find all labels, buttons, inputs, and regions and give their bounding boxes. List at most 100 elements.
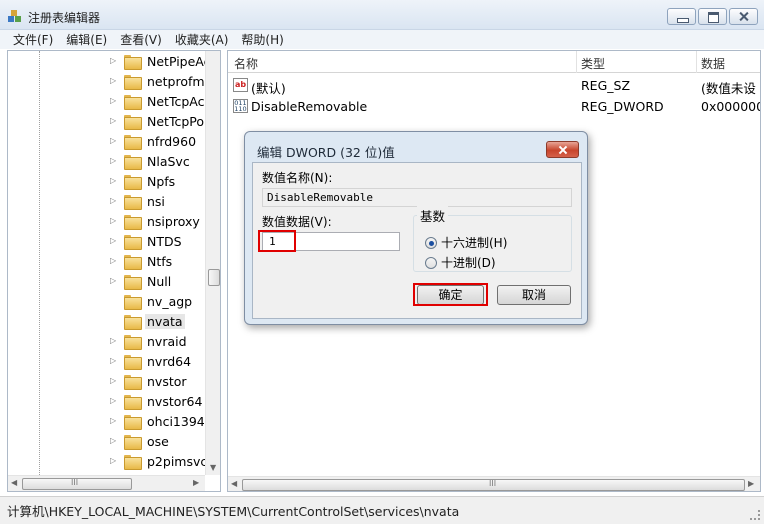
expand-arrow-icon[interactable]: ▷ <box>110 196 120 206</box>
expand-arrow-icon[interactable]: ▷ <box>110 236 120 246</box>
tree-node-label: ose <box>147 433 169 449</box>
list-horizontal-scroll-thumb[interactable] <box>242 479 745 491</box>
base-label: 基数 <box>417 206 449 225</box>
folder-icon <box>124 414 142 430</box>
tree-node[interactable]: ▷ Null <box>110 271 173 291</box>
value-type: REG_SZ <box>581 78 631 93</box>
tree-node-label: NlaSvc <box>147 153 190 169</box>
tree-node-label: netprofm <box>147 73 205 89</box>
scroll-right-arrow-icon[interactable]: ▶ <box>748 479 754 488</box>
radio-decimal[interactable]: 十进制(D) <box>425 254 496 271</box>
list-horizontal-scrollbar[interactable]: ◀ ▶ <box>228 476 760 491</box>
expand-arrow-icon[interactable]: ▷ <box>110 436 120 446</box>
tree-vertical-scrollbar[interactable]: ▼ <box>205 51 220 475</box>
expand-arrow-icon[interactable]: ▷ <box>110 276 120 286</box>
folder-icon <box>124 334 142 350</box>
folder-icon <box>124 174 142 190</box>
regedit-icon <box>8 10 21 22</box>
tree-node-label: nvstor64 <box>147 393 203 409</box>
expand-arrow-icon[interactable]: ▷ <box>110 216 120 226</box>
expand-arrow-icon[interactable]: ▷ <box>110 156 120 166</box>
tree-node-label: nvata <box>145 313 185 329</box>
list-row[interactable]: 011 110 DisableRemovable REG_DWORD 0x0000… <box>228 96 760 117</box>
tree-node-label: nsiproxy <box>147 213 200 229</box>
tree-node[interactable]: ▷ netprofm <box>110 71 207 91</box>
maximize-button[interactable] <box>698 8 727 25</box>
close-button[interactable] <box>729 8 758 25</box>
folder-icon <box>124 394 142 410</box>
scroll-down-arrow-icon[interactable]: ▼ <box>210 463 216 472</box>
tree-horizontal-scrollbar[interactable]: ◀ ▶ <box>8 475 205 491</box>
tree-node[interactable]: ▷ nvrd64 <box>110 351 193 371</box>
tree-node[interactable]: ▷ nsi <box>110 191 167 211</box>
column-data-header[interactable]: 数据 <box>701 55 725 72</box>
expand-arrow-icon[interactable]: ▷ <box>110 416 120 426</box>
value-data-label: 数值数据(V): <box>262 215 332 229</box>
list-row[interactable]: ab (默认) REG_SZ (数值未设 <box>228 75 760 96</box>
tree-node-label: NetPipeAc <box>147 53 211 69</box>
dialog-close-button[interactable] <box>546 141 579 158</box>
tree-guide-line <box>39 51 40 481</box>
tree-node[interactable]: ▷ p2pimsvc <box>110 451 209 471</box>
expand-arrow-icon[interactable]: ▷ <box>110 56 120 66</box>
expand-arrow-icon[interactable]: ▷ <box>110 356 120 366</box>
tree-node[interactable]: ▷ nvstor <box>110 371 189 391</box>
expand-arrow-icon[interactable]: ▷ <box>110 136 120 146</box>
tree-node[interactable]: ▷ NetPipeAc <box>110 51 213 71</box>
tree-node[interactable]: ▷ NlaSvc <box>110 151 192 171</box>
tree-node[interactable]: ▷ nsiproxy <box>110 211 202 231</box>
expand-arrow-icon[interactable]: ▷ <box>110 396 120 406</box>
expand-arrow-icon[interactable]: ▷ <box>110 456 120 466</box>
expand-arrow-icon[interactable]: ▷ <box>110 256 120 266</box>
tree-node[interactable]: ▷ NetTcpAc <box>110 91 206 111</box>
tree-vertical-scroll-thumb[interactable] <box>208 269 220 286</box>
column-name-header[interactable]: 名称 <box>234 55 258 72</box>
folder-icon <box>124 294 142 310</box>
resize-grip-icon[interactable] <box>750 510 760 520</box>
expand-arrow-icon[interactable]: ▷ <box>110 76 120 86</box>
expand-arrow-icon[interactable]: ▷ <box>110 336 120 346</box>
expand-arrow-icon[interactable]: ▷ <box>110 376 120 386</box>
menu-edit[interactable]: 编辑(E) <box>66 31 107 48</box>
tree-node-label: nfrd960 <box>147 133 197 149</box>
value-data: (数值未设 <box>701 81 756 96</box>
tree-node[interactable]: ▷ nvstor64 <box>110 391 204 411</box>
radio-hex[interactable]: 十六进制(H) <box>425 234 507 251</box>
tree-node-label: ohci1394 <box>147 413 205 429</box>
dialog-title: 编辑 DWORD (32 位)值 <box>257 145 395 160</box>
folder-icon <box>124 94 142 110</box>
tree-node[interactable]: nv_agp <box>110 291 194 311</box>
tree-node[interactable]: ▷ NetTcpPo <box>110 111 206 131</box>
tree-node[interactable]: ▷ ohci1394 <box>110 411 207 431</box>
tree-node[interactable]: ▷ ose <box>110 431 171 451</box>
folder-icon <box>124 374 142 390</box>
scroll-left-arrow-icon[interactable]: ◀ <box>11 478 17 487</box>
tree-node[interactable]: nvata <box>110 311 185 331</box>
expand-arrow-icon[interactable]: ▷ <box>110 176 120 186</box>
radio-unselected-icon <box>425 256 437 269</box>
folder-icon <box>124 74 142 90</box>
menu-view[interactable]: 查看(V) <box>120 31 162 48</box>
scroll-left-arrow-icon[interactable]: ◀ <box>231 479 237 488</box>
tree-node[interactable]: ▷ nfrd960 <box>110 131 198 151</box>
folder-icon <box>124 134 142 150</box>
minimize-button[interactable] <box>667 8 696 25</box>
cancel-button[interactable]: 取消 <box>497 285 571 305</box>
tree-node[interactable]: ▷ Ntfs <box>110 251 174 271</box>
expand-arrow-icon[interactable]: ▷ <box>110 96 120 106</box>
tree-horizontal-scroll-thumb[interactable] <box>22 478 132 490</box>
tree-node-label: NetTcpPo <box>147 113 205 129</box>
expand-arrow-icon[interactable]: ▷ <box>110 116 120 126</box>
tree-node[interactable]: ▷ NTDS <box>110 231 184 251</box>
menu-file[interactable]: 文件(F) <box>13 31 53 48</box>
list-header: 名称 类型 数据 <box>228 51 760 73</box>
menu-favorites[interactable]: 收藏夹(A) <box>175 31 229 48</box>
column-type-header[interactable]: 类型 <box>581 55 605 72</box>
folder-icon <box>124 354 142 370</box>
status-bar: 计算机\HKEY_LOCAL_MACHINE\SYSTEM\CurrentCon… <box>0 496 764 524</box>
folder-icon <box>124 274 142 290</box>
menu-help[interactable]: 帮助(H) <box>241 31 283 48</box>
tree-node[interactable]: ▷ nvraid <box>110 331 189 351</box>
scroll-right-arrow-icon[interactable]: ▶ <box>193 478 199 487</box>
tree-node[interactable]: ▷ Npfs <box>110 171 177 191</box>
